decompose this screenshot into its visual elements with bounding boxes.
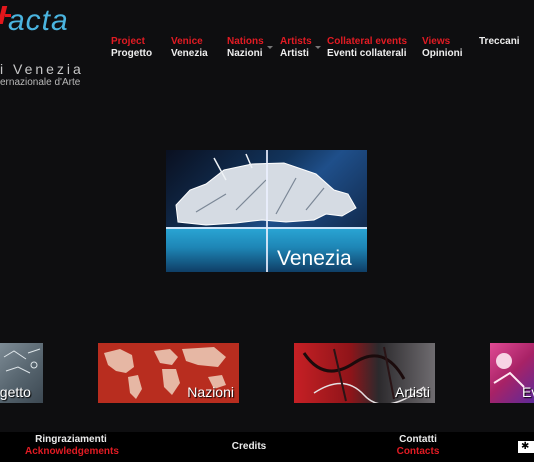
footer-label-it: Ringraziamenti [35,434,107,445]
nav-label-it: Progetto [111,48,153,59]
nav-item-views[interactable]: Views Opinioni [422,36,463,60]
nav-label-en: Venice [171,36,203,47]
thumb-eventi[interactable]: Ev [490,343,534,403]
footer-credits-link[interactable]: Credits [228,441,270,453]
nav-label-en: Artists [280,36,312,47]
nav-label-en: Collateral events [327,36,408,47]
logo-subtitle-line2: ernazionale d'Arte [0,77,81,88]
nav-item-nations[interactable]: Nations Nazioni [227,36,264,60]
thumb-label: ogetto [0,384,31,400]
footer-acknowledgements-link[interactable]: Ringraziamenti Acknowledgements [25,434,119,458]
footer-label-en: Acknowledgements [25,446,119,457]
chevron-down-icon[interactable] [315,46,321,49]
nav-label: Treccani [479,36,520,47]
thumb-label: Nazioni [187,384,234,400]
footer-bar: Ringraziamenti Acknowledgements Credits … [0,432,534,462]
hero-divider-horizontal [166,227,367,229]
footer-label-it: Contatti [399,434,437,445]
nav-item-artists[interactable]: Artists Artisti [280,36,312,60]
chevron-down-icon[interactable] [267,46,273,49]
nav-label-en: Project [111,36,145,47]
nav-label-it: Opinioni [422,48,463,59]
nav-label-it: Nazioni [227,48,263,59]
nav-label-it: Venezia [171,48,208,59]
venezia-hero-image[interactable]: Venezia [166,150,367,272]
footer-label-en: Contacts [396,446,440,457]
nav-item-venice[interactable]: Venice Venezia [171,36,208,60]
nav-item-collateral-events[interactable]: Collateral events Eventi collaterali [327,36,407,60]
nav-label-en: Nations [227,36,264,47]
nav-label-en: Views [422,36,451,47]
thumb-artisti[interactable]: Artisti [294,343,435,403]
asterisk-icon: ✱ [521,441,530,452]
hero-label: Venezia [277,247,352,270]
footer-label: Credits [231,441,267,452]
thumb-label: Artisti [395,384,430,400]
hero-divider-vertical [266,150,268,272]
footer-badge[interactable]: ✱ [518,441,534,453]
thumb-progetto[interactable]: ogetto [0,343,43,403]
footer-contacts-link[interactable]: Contatti Contacts [394,434,442,458]
nav-label-it: Eventi collaterali [327,48,407,59]
thumb-label: Ev [522,384,534,400]
nav-label-it: Artisti [280,48,309,59]
nav-item-project[interactable]: Project Progetto [111,36,152,60]
thumb-nazioni[interactable]: Nazioni [98,343,239,403]
logo-wordmark: acta [8,4,69,37]
main-nav: Project Progetto Venice Venezia Nations … [0,36,534,66]
nav-item-treccani[interactable]: Treccani [479,36,520,48]
